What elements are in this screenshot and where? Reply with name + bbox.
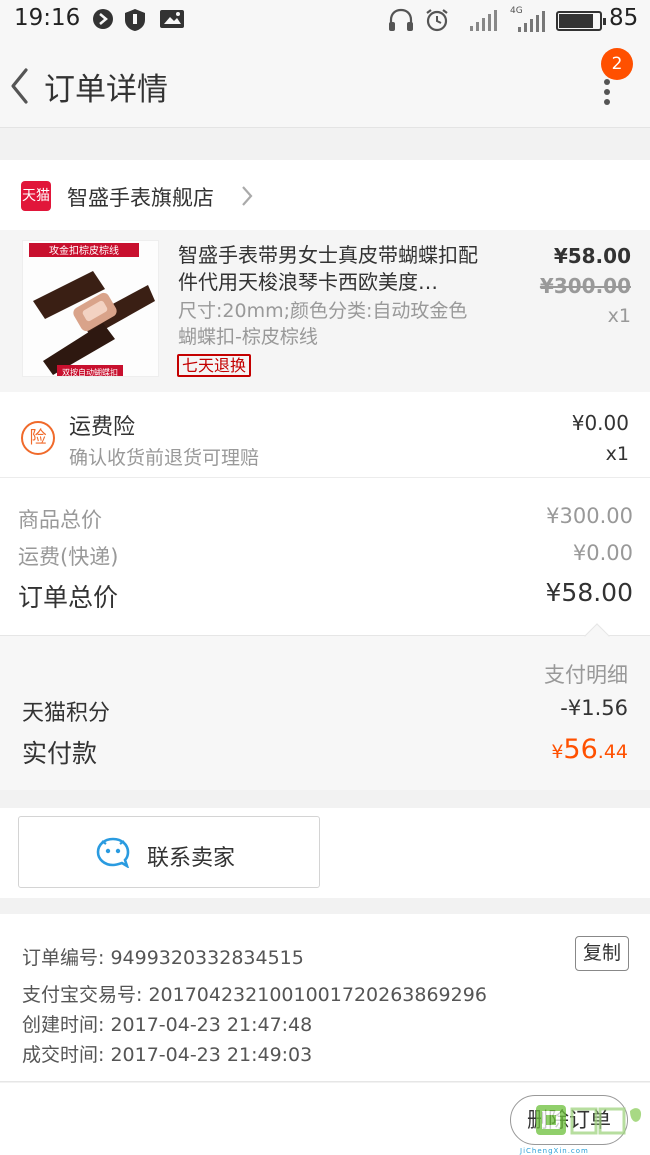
- paid-decimal: .44: [597, 741, 628, 763]
- paid-amount-label: 实付款: [22, 739, 98, 768]
- item-quantity: x1: [607, 305, 631, 327]
- chat-bubble-icon: [96, 836, 130, 869]
- back-icon[interactable]: [8, 67, 32, 109]
- payment-detail-label: 支付明细: [544, 663, 628, 687]
- tmall-points-value: -¥1.56: [560, 696, 628, 720]
- battery-level: 85: [609, 5, 639, 31]
- copy-button[interactable]: 复制: [575, 936, 629, 971]
- signal-4g-icon: [514, 8, 548, 38]
- alipay-transaction-number: 支付宝交易号: 2017042321001001720263869296: [22, 984, 487, 1006]
- status-bar: 19:16 4G 85: [0, 0, 650, 40]
- battery-icon: [556, 11, 606, 31]
- watermark-text: JiChengXin.com: [520, 1147, 589, 1155]
- shipping-fee-value: ¥0.00: [572, 541, 633, 565]
- app-notification-icon: [92, 8, 114, 34]
- order-total-value: ¥58.00: [545, 578, 633, 607]
- insurance-icon: 险: [21, 421, 55, 455]
- more-icon[interactable]: [601, 78, 613, 110]
- headset-icon: [388, 8, 414, 36]
- item-price: ¥58.00: [553, 244, 631, 268]
- image-notification-icon: [159, 8, 185, 34]
- paid-currency: ¥: [551, 741, 564, 763]
- status-time: 19:16: [14, 5, 81, 31]
- goods-total-value: ¥300.00: [546, 504, 633, 528]
- item-title[interactable]: 智盛手表带男女士真皮带蝴蝶扣配件代用天梭浪琴卡西欧美度…: [178, 242, 478, 296]
- product-thumbnail[interactable]: 攻金扣棕皮棕线 双按自动蝴蝶扣: [22, 240, 159, 377]
- item-sku: 尺寸:20mm;颜色分类:自动玫金色蝴蝶扣-棕皮棕线: [178, 300, 468, 348]
- order-total-label: 订单总价: [18, 583, 119, 612]
- order-number: 订单编号: 9499320332834515: [22, 947, 304, 969]
- insurance-price: ¥0.00: [571, 411, 629, 435]
- paid-integer: 56: [563, 734, 598, 765]
- shipping-fee-label: 运费(快递): [18, 545, 119, 569]
- signal-icon: [468, 8, 500, 36]
- page-title: 订单详情: [44, 72, 168, 108]
- insurance-desc: 确认收货前退货可理赔: [69, 447, 260, 469]
- message-badge[interactable]: 2: [601, 48, 633, 80]
- chevron-right-icon: [240, 184, 254, 212]
- tmall-logo: 天猫: [21, 181, 51, 211]
- seven-day-return-badge: 七天退换: [177, 354, 252, 377]
- insurance-quantity: x1: [605, 443, 629, 465]
- store-name[interactable]: 智盛手表旗舰店: [67, 182, 214, 212]
- tmall-points-label: 天猫积分: [22, 701, 111, 726]
- contact-seller-label[interactable]: 联系卖家: [147, 840, 235, 872]
- thumb-caption-text: 双按自动蝴蝶扣: [62, 367, 118, 377]
- shield-icon: [124, 8, 146, 36]
- nav-bar: 订单详情: [0, 40, 650, 128]
- created-time: 创建时间: 2017-04-23 21:47:48: [22, 1014, 313, 1036]
- completed-time: 成交时间: 2017-04-23 21:49:03: [22, 1044, 313, 1066]
- thumb-banner-text: 攻金扣棕皮棕线: [49, 244, 119, 257]
- goods-total-label: 商品总价: [18, 508, 102, 532]
- item-original-price: ¥300.00: [539, 274, 631, 298]
- alarm-icon: [424, 8, 450, 36]
- paid-amount-value: ¥56.44: [551, 734, 628, 765]
- insurance-title: 运费险: [69, 415, 136, 440]
- watermark-logo-icon: [536, 1103, 644, 1149]
